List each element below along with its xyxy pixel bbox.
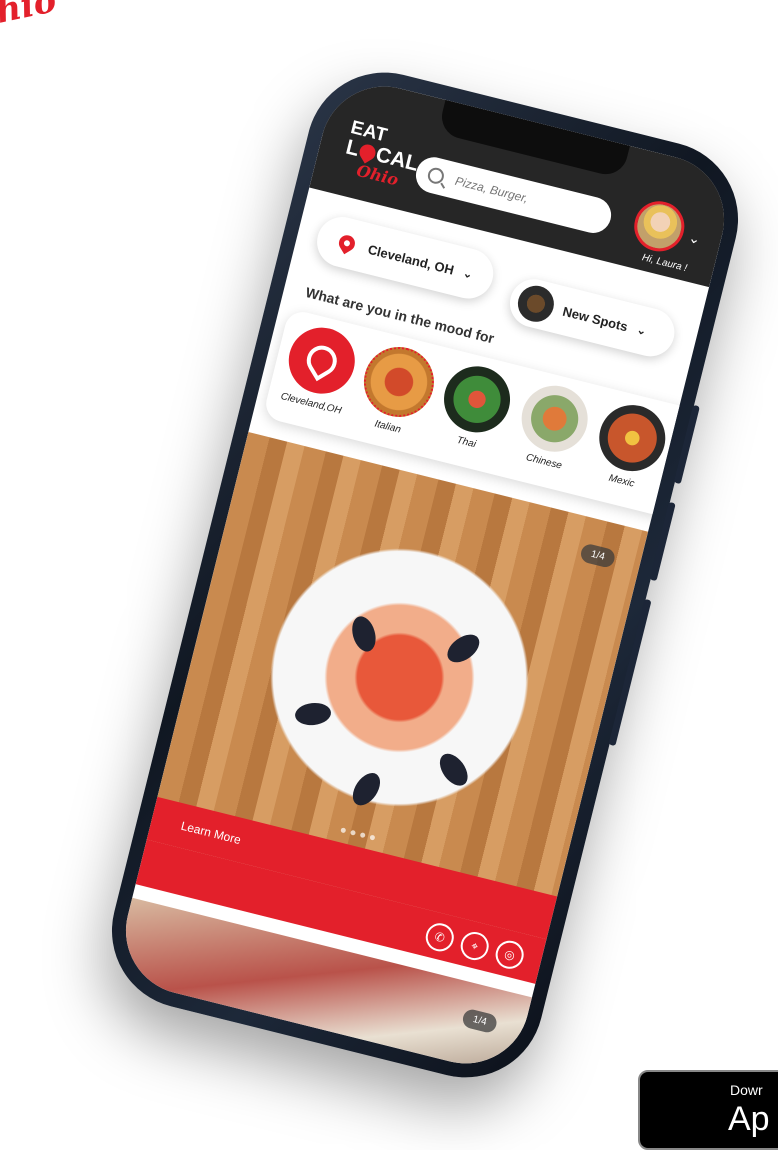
chevron-down-icon[interactable]: ⌄ xyxy=(687,229,702,248)
category-label: Italian xyxy=(373,418,402,436)
search-input[interactable] xyxy=(451,172,596,223)
location-city: Cleveland, OH xyxy=(366,241,456,278)
app-store-line-2: Ap xyxy=(728,1100,770,1138)
location-pin-icon xyxy=(335,232,358,255)
carousel-dot[interactable] xyxy=(349,829,357,836)
category-item-thai[interactable]: Thai xyxy=(428,358,522,457)
category-label: Thai xyxy=(455,434,478,451)
search-icon xyxy=(426,166,446,186)
new-spots-selector[interactable]: New Spots ⌄ xyxy=(504,274,680,362)
carousel-dots[interactable] xyxy=(340,827,376,841)
new-spots-label: New Spots xyxy=(561,303,630,334)
carousel-dot[interactable] xyxy=(369,834,376,841)
carousel-dot[interactable] xyxy=(359,832,366,839)
avatar[interactable] xyxy=(629,196,690,257)
image-counter-badge: 1/4 xyxy=(461,1007,499,1035)
category-item-cleveland[interactable]: Cleveland,OH xyxy=(273,319,367,418)
new-spots-thumbnail xyxy=(514,281,558,326)
category-label: Chinese xyxy=(524,452,564,472)
phone-mockup: EAT L CAL Ohio ⌄ Hi, Laura ! Cleveland, … xyxy=(95,56,755,1094)
chevron-down-icon: ⌄ xyxy=(461,266,474,281)
phone-screen: EAT L CAL Ohio ⌄ Hi, Laura ! Cleveland, … xyxy=(112,73,738,1077)
mussel-shape xyxy=(348,613,380,655)
mussel-shape xyxy=(347,768,386,811)
volume-up-button xyxy=(673,404,700,485)
app-store-line-1: Dowr xyxy=(730,1082,763,1098)
corner-brand-script: hio xyxy=(0,0,60,32)
app-store-badge[interactable]: Dowr Ap xyxy=(638,1070,778,1150)
category-circle xyxy=(281,320,362,401)
category-item-mexican[interactable]: Mexic xyxy=(583,397,677,496)
mussel-shape xyxy=(442,628,485,668)
category-item-chinese[interactable]: Chinese xyxy=(506,378,600,477)
learn-more-link[interactable]: Learn More xyxy=(179,819,242,847)
chevron-down-icon: ⌄ xyxy=(635,323,648,338)
location-pin-icon xyxy=(301,340,343,382)
greeting-text: Hi, Laura ! xyxy=(640,252,689,275)
mussel-shape xyxy=(293,701,333,727)
logo-l: L xyxy=(343,135,362,161)
eat-local-logo[interactable]: EAT L CAL Ohio xyxy=(339,117,425,194)
category-label: Mexic xyxy=(607,472,636,490)
category-image-salmon xyxy=(514,378,595,459)
volume-down-button xyxy=(649,501,676,582)
category-image-salad xyxy=(437,359,518,440)
category-label: Cleveland,OH xyxy=(279,390,343,417)
image-counter-badge: 1/4 xyxy=(579,542,617,570)
mussel-shape xyxy=(434,748,474,791)
category-image-ramen xyxy=(592,398,673,479)
category-image-pizza xyxy=(356,339,442,425)
carousel-dot[interactable] xyxy=(340,827,347,834)
